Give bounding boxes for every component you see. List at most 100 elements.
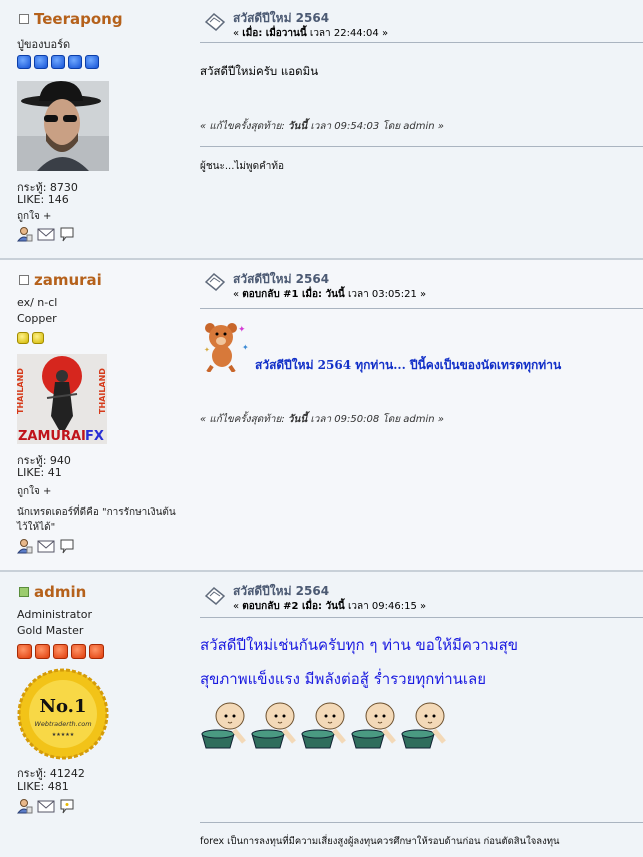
badge-stars-icon: ★★★★★ [52, 732, 75, 738]
post-3: admin Administrator Gold Master No.1 Web… [0, 572, 643, 857]
star-icon [32, 332, 44, 344]
member-actions [17, 798, 75, 814]
edit-suffix: เวลา 09:54:03 โดย admin » [307, 121, 444, 132]
username-text[interactable]: zamurai [34, 271, 102, 289]
post-time: « ตอบกลับ #1 เมื่อ: วันนี้ เวลา 03:05:21… [233, 287, 426, 302]
signature-divider [200, 146, 643, 147]
username-link[interactable]: zamurai [19, 271, 102, 289]
personal-text-cont: ไว้ให้ได้" [17, 522, 56, 533]
last-edit: « แก้ไขครั้งสุดท้าย: วันนี้ เวลา 09:54:0… [200, 119, 444, 134]
like-button[interactable]: ถูกใจ + [17, 484, 51, 499]
profile-icon[interactable] [17, 538, 33, 554]
signature-divider [200, 822, 643, 823]
star-icon [17, 332, 29, 344]
member-title: Administrator [17, 608, 92, 621]
rank-stars [17, 55, 99, 69]
star-icon [89, 644, 104, 659]
member-rank: Gold Master [17, 624, 84, 637]
bear-emoticon-icon: ✦ ✦ ✦ [204, 323, 249, 372]
avatar: No.1 Webtraderth.com ★★★★★ [17, 668, 109, 763]
profile-icon[interactable] [17, 798, 33, 814]
subject-icon [204, 272, 226, 292]
avatar-text-right: THAILAND [98, 368, 107, 414]
email-icon[interactable] [37, 798, 55, 814]
star-icon [17, 55, 31, 69]
header-divider [200, 617, 643, 618]
star-icon [35, 644, 50, 659]
member-rank: Copper [17, 312, 57, 325]
time-prefix: « [233, 289, 243, 300]
post-message-line-2: สุขภาพแข็งแรง มีพลังต่อสู้ ร่ำรวยทุกท่าน… [200, 670, 487, 688]
subject-icon [204, 12, 226, 32]
svg-text:✦: ✦ [242, 343, 249, 352]
member-actions [17, 538, 75, 554]
avatar-brand2: FX [85, 429, 104, 444]
offline-status-icon [19, 275, 29, 285]
post-time: « เมื่อ: เมื่อวานนี้ เวลา 22:44:04 » [233, 26, 388, 41]
username-link[interactable]: Teerapong [19, 10, 123, 28]
star-icon [17, 644, 32, 659]
edit-bold: วันนี้ [287, 121, 308, 132]
like-count: LIKE: 146 [17, 193, 69, 206]
username-link[interactable]: admin [19, 583, 86, 601]
post-message-line-1: สวัสดีปีใหม่เช่นกันครับทุก ๆ ท่าน ขอให้ม… [200, 636, 519, 654]
rank-stars [17, 644, 104, 659]
svg-text:✦: ✦ [204, 346, 210, 354]
time-prefix: « [233, 28, 243, 39]
time-prefix: « [233, 601, 243, 612]
time-suffix: เวลา 09:46:15 » [344, 601, 427, 612]
star-icon [85, 55, 99, 69]
signature: forex เป็นการลงทุนที่มีความเสี่ยงสูงผู้ล… [200, 836, 560, 847]
edit-prefix: « แก้ไขครั้งสุดท้าย: [200, 414, 288, 425]
email-icon[interactable] [37, 226, 55, 242]
like-count: LIKE: 481 [17, 780, 69, 793]
post-message: สวัสดีปีใหม่ 2564 ทุกท่าน... ปีนี้คงเป็น… [255, 358, 562, 372]
profile-icon[interactable] [17, 226, 33, 242]
edit-suffix: เวลา 09:50:08 โดย admin » [307, 414, 444, 425]
badge-big-text: No.1 [40, 696, 87, 717]
bowing-emoticon-row-icon [201, 702, 446, 749]
online-status-icon [19, 587, 29, 597]
member-title: ปู่ของบอร์ด [17, 38, 71, 51]
like-button[interactable]: ถูกใจ + [17, 209, 51, 224]
time-bold: ตอบกลับ #2 เมื่อ: วันนี้ [242, 601, 345, 612]
post-message: สวัสดีปีใหม่ครับ แอดมิน [200, 64, 319, 78]
time-bold: ตอบกลับ #1 เมื่อ: วันนี้ [242, 289, 345, 300]
username-text[interactable]: Teerapong [34, 10, 123, 28]
star-icon [68, 55, 82, 69]
time-bold: เมื่อ: เมื่อวานนี้ [242, 28, 307, 39]
header-divider [200, 42, 643, 43]
subject-icon [204, 586, 226, 606]
offline-status-icon [19, 14, 29, 24]
email-icon[interactable] [37, 538, 55, 554]
rank-stars [17, 332, 44, 344]
header-divider [200, 308, 643, 309]
avatar-text-left: THAILAND [17, 368, 25, 414]
star-icon [53, 644, 68, 659]
star-icon [51, 55, 65, 69]
member-actions [17, 226, 75, 242]
avatar [17, 81, 109, 174]
member-title: ex/ n-cl [17, 296, 58, 309]
time-suffix: เวลา 22:44:04 » [306, 28, 389, 39]
post-1: Teerapong ปู่ของบอร์ด กระทู้: 8730 LIKE:… [0, 0, 643, 258]
avatar: THAILAND THAILAND ZAMURAI FX [16, 354, 107, 447]
message-icon[interactable] [59, 538, 75, 554]
message-icon[interactable] [59, 226, 75, 242]
avatar-brand: ZAMURAI [18, 429, 86, 444]
like-count: LIKE: 41 [17, 466, 62, 479]
post-time: « ตอบกลับ #2 เมื่อ: วันนี้ เวลา 09:46:15… [233, 599, 426, 614]
username-text[interactable]: admin [34, 583, 86, 601]
message-icon[interactable] [59, 798, 75, 814]
personal-text: นักเทรดเดอร์ที่ดีคือ "การรักษาเงินต้น [17, 507, 176, 518]
badge-small-text: Webtraderth.com [34, 720, 91, 728]
bowing-emoticon-icon [201, 702, 246, 749]
time-suffix: เวลา 03:05:21 » [344, 289, 427, 300]
last-edit: « แก้ไขครั้งสุดท้าย: วันนี้ เวลา 09:50:0… [200, 412, 444, 427]
edit-bold: วันนี้ [287, 414, 308, 425]
edit-prefix: « แก้ไขครั้งสุดท้าย: [200, 121, 288, 132]
post-2: zamurai ex/ n-cl Copper THAILAND THAILAN… [0, 260, 643, 570]
svg-text:✦: ✦ [238, 325, 246, 335]
star-icon [34, 55, 48, 69]
star-icon [71, 644, 86, 659]
